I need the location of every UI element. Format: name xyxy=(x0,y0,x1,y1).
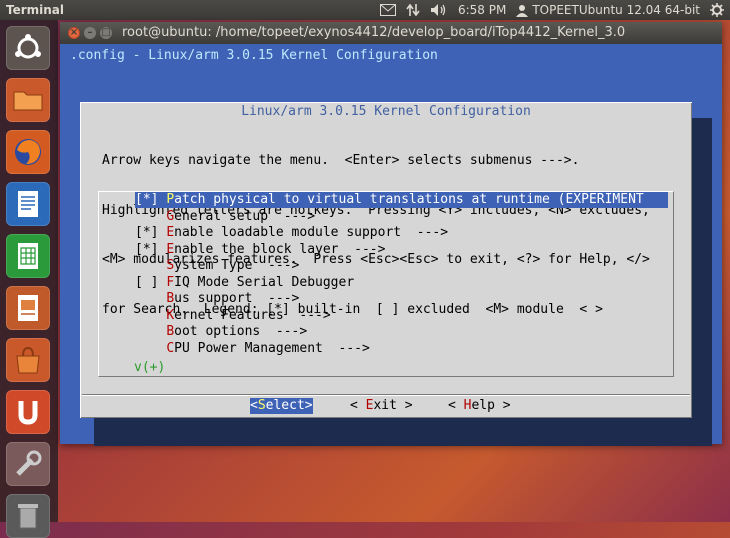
firefox-icon[interactable] xyxy=(6,130,50,174)
gear-icon[interactable] xyxy=(710,3,724,17)
menu-item-hotkey: P xyxy=(166,192,175,207)
menu-item-block-layer[interactable]: [*] Enable the block layer ---> xyxy=(135,242,385,258)
menu-item-hotkey: B xyxy=(166,291,175,306)
maximize-icon: □ xyxy=(101,27,111,38)
menu-item-cpu-power[interactable]: CPU Power Management ---> xyxy=(135,341,370,357)
ubuntu-dash-icon[interactable] xyxy=(6,26,50,70)
menu-item-boot-options[interactable]: Boot options ---> xyxy=(135,324,307,340)
menu-item-hotkey: C xyxy=(166,340,175,356)
menu-item-loadable-module[interactable]: [*] Enable loadable module support ---> xyxy=(135,225,448,241)
indicator-area: 6:58 PM TOPEETUbuntu 12.04 64-bit xyxy=(379,0,724,20)
button-label: elp > xyxy=(471,398,511,413)
menu-item-prefix xyxy=(135,341,166,356)
more-below-indicator: v(+) xyxy=(134,360,166,375)
menu-item-bus-support[interactable]: Bus support ---> xyxy=(135,291,299,307)
window-title: root@ubuntu: /home/topeet/exynos4412/dev… xyxy=(122,25,626,40)
menuconfig-dialog: Linux/arm 3.0.15 Kernel Configuration Ar… xyxy=(80,102,692,418)
terminal-body[interactable]: .config - Linux/arm 3.0.15 Kernel Config… xyxy=(60,44,722,446)
menu-item-kernel-features[interactable]: Kernel Features ---> xyxy=(135,307,331,324)
button-label: elect> xyxy=(265,398,313,413)
trash-icon[interactable] xyxy=(6,494,50,538)
dialog-divider xyxy=(82,394,690,395)
network-arrows-icon[interactable] xyxy=(406,3,420,17)
menu-item-prefix: [*] xyxy=(135,241,167,257)
menu-item-prefix xyxy=(135,209,166,224)
menu-item-prefix xyxy=(135,291,166,306)
menu-list: [*] Patch physical to virtual translatio… xyxy=(98,191,674,377)
software-center-icon[interactable] xyxy=(6,338,50,382)
menu-item-prefix: [*] xyxy=(135,192,167,207)
menu-item-label: atch physical to virtual translations at… xyxy=(174,192,644,207)
button-bracket: < xyxy=(448,398,464,413)
menu-item-prefix xyxy=(135,258,166,273)
close-icon: × xyxy=(69,27,79,38)
menu-item-label: PU Power Management ---> xyxy=(174,340,370,356)
maximize-button[interactable]: □ xyxy=(100,27,112,39)
app-title: Terminal xyxy=(6,3,65,17)
menu-item-label: nable loadable module support ---> xyxy=(174,225,449,240)
config-header: .config - Linux/arm 3.0.15 Kernel Config… xyxy=(70,48,438,63)
button-bracket: < xyxy=(350,398,366,413)
menu-item-label: IQ Mode Serial Debugger xyxy=(174,274,355,290)
button-label: xit > xyxy=(373,398,413,413)
user-menu[interactable]: TOPEETUbuntu 12.04 64-bit xyxy=(516,0,700,20)
menu-item-label: eneral setup ---> xyxy=(174,208,316,224)
menu-item-hotkey: G xyxy=(166,208,175,224)
menu-item-label: us support ---> xyxy=(174,291,300,306)
menu-item-label: nable the block layer ---> xyxy=(174,241,386,257)
close-button[interactable]: × xyxy=(68,27,80,39)
help-line: Arrow keys navigate the menu. <Enter> se… xyxy=(102,153,580,168)
menu-item-system-type[interactable]: System Type ---> xyxy=(135,258,299,274)
minimize-button[interactable]: – xyxy=(84,27,96,39)
minimize-icon: – xyxy=(87,27,93,38)
mail-icon[interactable] xyxy=(379,4,396,16)
help-button[interactable]: < Help > xyxy=(448,398,511,414)
clock[interactable]: 6:58 PM xyxy=(458,0,506,20)
button-bracket: < xyxy=(250,398,258,413)
select-button[interactable]: <Select> xyxy=(250,398,313,414)
user-icon xyxy=(516,4,529,17)
libreoffice-writer-icon[interactable] xyxy=(6,182,50,226)
menu-item-patch-phys-virt[interactable]: [*] Patch physical to virtual translatio… xyxy=(135,192,668,208)
dialog-title: Linux/arm 3.0.15 Kernel Configuration xyxy=(241,104,531,119)
menu-item-label: ernel Features ---> xyxy=(174,307,331,323)
user-name: TOPEETUbuntu 12.04 64-bit xyxy=(532,3,700,17)
menu-item-prefix xyxy=(135,308,166,323)
menu-item-hotkey: S xyxy=(166,258,175,273)
terminal-window[interactable]: × – □ root@ubuntu: /home/topeet/exynos44… xyxy=(60,22,722,446)
menu-item-label: oot options ---> xyxy=(174,324,308,339)
menu-item-hotkey: K xyxy=(166,307,175,323)
window-titlebar[interactable]: × – □ root@ubuntu: /home/topeet/exynos44… xyxy=(60,22,722,44)
libreoffice-impress-icon[interactable] xyxy=(6,286,50,330)
menu-item-prefix xyxy=(135,324,166,339)
menu-item-prefix: [ ] xyxy=(135,274,167,290)
top-panel: Terminal 6:58 PM TOPEETUbuntu 12.04 64-b… xyxy=(0,0,730,20)
launcher xyxy=(0,20,58,538)
volume-icon[interactable] xyxy=(430,3,448,17)
menu-item-fiq-debugger[interactable]: [ ] FIQ Mode Serial Debugger xyxy=(135,275,354,291)
menu-item-label: ystem Type ---> xyxy=(174,258,300,273)
exit-button[interactable]: < Exit > xyxy=(350,398,413,414)
menu-item-hotkey: F xyxy=(166,274,175,290)
menu-item-hotkey: E xyxy=(166,225,175,240)
ubuntu-one-icon[interactable] xyxy=(6,390,50,434)
system-settings-icon[interactable] xyxy=(6,442,50,486)
libreoffice-calc-icon[interactable] xyxy=(6,234,50,278)
menu-item-hotkey: B xyxy=(166,324,175,339)
files-folder-icon[interactable] xyxy=(6,78,50,122)
menu-item-general-setup[interactable]: General setup ---> xyxy=(135,209,315,225)
menu-item-prefix: [*] xyxy=(135,225,167,240)
menu-item-hotkey: E xyxy=(166,241,175,257)
button-hotkey: S xyxy=(257,398,266,413)
